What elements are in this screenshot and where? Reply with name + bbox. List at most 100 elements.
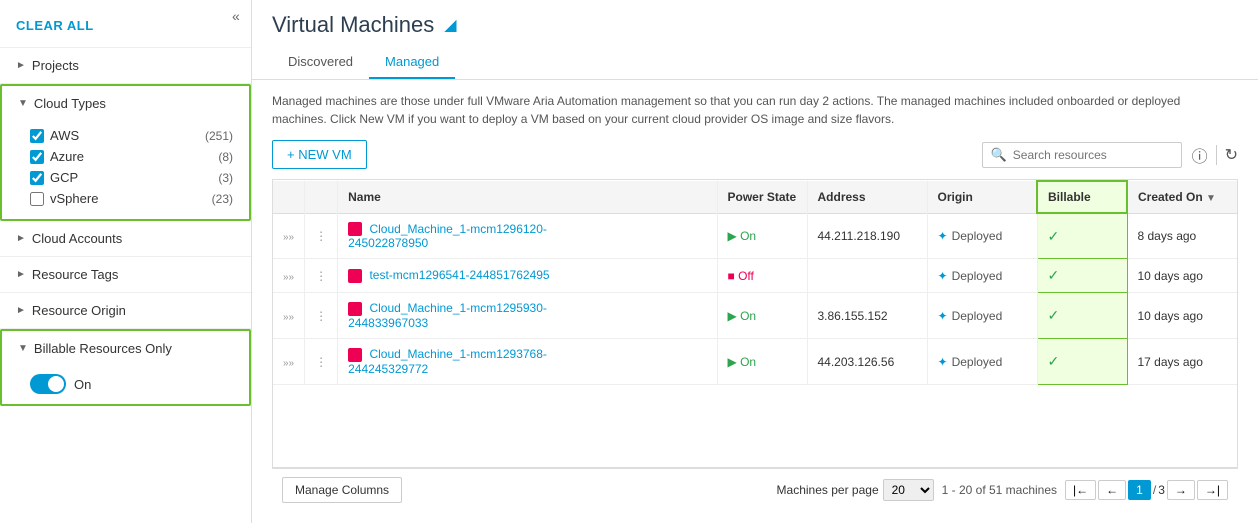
resource-origin-section-header[interactable]: ► Resource Origin bbox=[0, 293, 251, 328]
row-actions-icon[interactable]: ⋮ bbox=[315, 309, 327, 323]
total-pages: 3 bbox=[1158, 483, 1165, 497]
vm-type-icon bbox=[348, 348, 362, 362]
cloud-types-section-body: AWS (251) Azure (8) GCP (3) bbox=[2, 121, 249, 219]
vm-address-cell: 3.86.155.152 bbox=[807, 293, 927, 339]
page-title: Virtual Machines bbox=[272, 12, 434, 38]
billable-toggle[interactable] bbox=[30, 374, 66, 394]
col-header-address[interactable]: Address bbox=[807, 181, 927, 213]
col-header-origin[interactable]: Origin bbox=[927, 181, 1037, 213]
cloud-types-filter-section: ▼ Cloud Types AWS (251) Azure (8) bbox=[0, 84, 251, 221]
search-box[interactable]: 🔍 bbox=[982, 142, 1182, 168]
vm-name-cell: Cloud_Machine_1-mcm1293768-244245329772 bbox=[338, 339, 717, 385]
billable-resources-chevron-icon: ▼ bbox=[18, 343, 28, 354]
cloud-accounts-section-header[interactable]: ► Cloud Accounts bbox=[0, 221, 251, 256]
cloud-type-aws-row: AWS (251) bbox=[30, 125, 233, 146]
next-page-button[interactable]: → bbox=[1167, 480, 1195, 500]
origin-icon: ✦ bbox=[938, 355, 948, 369]
cloud-accounts-chevron-icon: ► bbox=[16, 233, 26, 244]
cloud-type-aws-count: (251) bbox=[205, 129, 233, 143]
vm-origin-cell: ✦ Deployed bbox=[927, 293, 1037, 339]
search-input[interactable] bbox=[1013, 148, 1173, 162]
row-expand-icon[interactable]: »» bbox=[283, 312, 294, 323]
resource-tags-filter-section: ► Resource Tags bbox=[0, 257, 251, 293]
vm-name-cell: Cloud_Machine_1-mcm1295930-244833967033 bbox=[338, 293, 717, 339]
cloud-type-gcp-count: (3) bbox=[218, 171, 233, 185]
main-content: Virtual Machines ◢ Discovered Managed Ma… bbox=[252, 0, 1258, 523]
machines-per-page-label: Machines per page bbox=[777, 483, 879, 497]
power-off-indicator: ■ Off bbox=[728, 269, 797, 283]
page-range-label: 1 - 20 of 51 machines bbox=[942, 483, 1057, 497]
prev-page-button[interactable]: ← bbox=[1098, 480, 1126, 500]
tab-managed[interactable]: Managed bbox=[369, 46, 455, 79]
cloud-type-vsphere-row: vSphere (23) bbox=[30, 188, 233, 209]
vm-origin-cell: ✦ Deployed bbox=[927, 339, 1037, 385]
row-expand-icon[interactable]: »» bbox=[283, 358, 294, 369]
vm-billable-cell: ✓ bbox=[1037, 259, 1127, 293]
vm-billable-cell: ✓ bbox=[1037, 293, 1127, 339]
clear-all-button[interactable]: CLEAR ALL bbox=[0, 4, 251, 48]
new-vm-button[interactable]: + NEW VM bbox=[272, 140, 367, 169]
vm-type-icon bbox=[348, 269, 362, 283]
col-header-name[interactable]: Name bbox=[338, 181, 717, 213]
current-page-number[interactable]: 1 bbox=[1128, 480, 1151, 500]
col-header-power-state[interactable]: Power State bbox=[717, 181, 807, 213]
main-header: Virtual Machines ◢ Discovered Managed bbox=[252, 0, 1258, 80]
cloud-type-aws-checkbox[interactable] bbox=[30, 129, 44, 143]
row-actions-icon[interactable]: ⋮ bbox=[315, 229, 327, 243]
table-row: »» ⋮ test-mcm1296541-244851762495 ■ Off … bbox=[273, 259, 1237, 293]
per-page-select[interactable]: 20 50 100 bbox=[883, 479, 934, 501]
cloud-type-vsphere-checkbox[interactable] bbox=[30, 192, 44, 206]
col-header-created-on[interactable]: Created On ▼ bbox=[1127, 181, 1237, 213]
table-header-row: Name Power State Address Origin Billable… bbox=[273, 181, 1237, 213]
table-row: »» ⋮ Cloud_Machine_1-mcm1296120-24502287… bbox=[273, 213, 1237, 259]
vm-name-link[interactable]: test-mcm1296541-244851762495 bbox=[369, 268, 549, 282]
power-on-indicator: ▶ On bbox=[728, 355, 797, 369]
toolbar-divider bbox=[1216, 145, 1217, 165]
cloud-type-vsphere-count: (23) bbox=[212, 192, 233, 206]
sidebar-collapse-button[interactable]: « bbox=[232, 8, 240, 24]
filter-icon[interactable]: ◢ bbox=[444, 15, 456, 35]
cloud-types-section-label: Cloud Types bbox=[34, 96, 106, 111]
info-icon[interactable]: ⓘ bbox=[1192, 143, 1208, 167]
vm-address-cell bbox=[807, 259, 927, 293]
table-footer: Manage Columns Machines per page 20 50 1… bbox=[272, 468, 1238, 511]
tab-discovered[interactable]: Discovered bbox=[272, 46, 369, 79]
main-body: Managed machines are those under full VM… bbox=[252, 80, 1258, 523]
row-expand-icon[interactable]: »» bbox=[283, 232, 294, 243]
vm-power-state-cell: ▶ On bbox=[717, 339, 807, 385]
vm-name-link[interactable]: Cloud_Machine_1-mcm1296120-245022878950 bbox=[348, 222, 547, 251]
cloud-type-azure-checkbox[interactable] bbox=[30, 150, 44, 164]
first-page-button[interactable]: |← bbox=[1065, 480, 1096, 500]
cloud-types-section-header[interactable]: ▼ Cloud Types bbox=[2, 86, 249, 121]
vm-created-on-cell: 10 days ago bbox=[1127, 293, 1237, 339]
vm-created-on-cell: 17 days ago bbox=[1127, 339, 1237, 385]
resource-tags-section-label: Resource Tags bbox=[32, 267, 118, 282]
last-page-button[interactable]: →| bbox=[1197, 480, 1228, 500]
resource-origin-filter-section: ► Resource Origin bbox=[0, 293, 251, 329]
page-navigation: |← ← 1 / 3 → →| bbox=[1065, 480, 1228, 500]
col-header-billable[interactable]: Billable bbox=[1037, 181, 1127, 213]
row-expand-icon[interactable]: »» bbox=[283, 272, 294, 283]
pagination: Machines per page 20 50 100 1 - 20 of 51… bbox=[777, 479, 1228, 501]
projects-section-label: Projects bbox=[32, 58, 79, 73]
vm-billable-cell: ✓ bbox=[1037, 213, 1127, 259]
manage-columns-button[interactable]: Manage Columns bbox=[282, 477, 402, 503]
resource-origin-chevron-icon: ► bbox=[16, 305, 26, 316]
billable-resources-section-header[interactable]: ▼ Billable Resources Only bbox=[2, 331, 249, 366]
cloud-type-gcp-row: GCP (3) bbox=[30, 167, 233, 188]
cloud-type-azure-label: Azure bbox=[50, 149, 84, 164]
resource-tags-section-header[interactable]: ► Resource Tags bbox=[0, 257, 251, 292]
table-row: »» ⋮ Cloud_Machine_1-mcm1295930-24483396… bbox=[273, 293, 1237, 339]
vm-billable-cell: ✓ bbox=[1037, 339, 1127, 385]
col-header-expand bbox=[273, 181, 305, 213]
projects-section-header[interactable]: ► Projects bbox=[0, 48, 251, 83]
page-title-row: Virtual Machines ◢ bbox=[272, 12, 1238, 38]
vm-name-link[interactable]: Cloud_Machine_1-mcm1293768-244245329772 bbox=[348, 347, 547, 376]
row-actions-icon[interactable]: ⋮ bbox=[315, 269, 327, 283]
vm-name-link[interactable]: Cloud_Machine_1-mcm1295930-244833967033 bbox=[348, 301, 547, 330]
row-actions-icon[interactable]: ⋮ bbox=[315, 355, 327, 369]
cloud-type-gcp-checkbox[interactable] bbox=[30, 171, 44, 185]
vm-type-icon bbox=[348, 222, 362, 236]
resource-tags-chevron-icon: ► bbox=[16, 269, 26, 280]
refresh-icon[interactable]: ↻ bbox=[1225, 145, 1238, 165]
